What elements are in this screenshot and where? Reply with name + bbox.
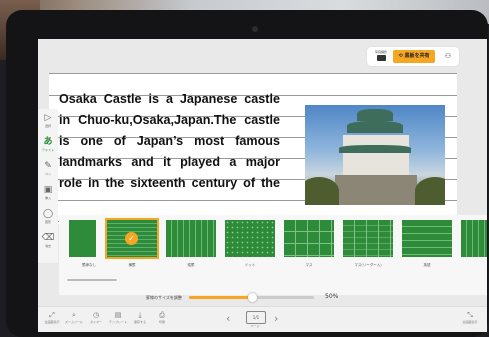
size-adjust-label: 罫線のサイズを調整: [146, 295, 182, 300]
camera-button-label: 写真撮影: [374, 50, 387, 54]
timer-button[interactable]: ◷ タイマー: [84, 311, 108, 325]
app-screen: 写真撮影 ⟲ 黒板を共有 ⚇ Osaka Castle is a Japanes…: [38, 39, 487, 332]
ruling-label: 横罫: [128, 263, 136, 267]
text-box[interactable]: Osaka Castle is a Japanese castle in Chu…: [59, 89, 280, 194]
tablet-frame: 写真撮影 ⟲ 黒板を共有 ⚇ Osaka Castle is a Japanes…: [6, 10, 488, 337]
text-tool[interactable]: あテキスト: [40, 137, 56, 157]
text-icon: あ: [43, 137, 53, 147]
scrollbar[interactable]: [67, 279, 117, 281]
fullscreen-icon: ⤡: [467, 311, 473, 319]
template-icon: ▤: [114, 311, 122, 319]
expand-button[interactable]: ⤢ 全画面表示: [40, 311, 64, 325]
pen-tool[interactable]: ✎ ペン: [40, 161, 56, 181]
insert-tool[interactable]: ▣ 挿入: [40, 185, 56, 205]
timer-label: タイマー: [89, 320, 102, 324]
text-line: Osaka Castle is a Japanese castle: [59, 92, 280, 106]
shape-tool-label: 図形: [44, 220, 51, 224]
select-tool-label: 選択: [44, 124, 51, 128]
timer-icon: ◷: [92, 311, 100, 319]
ruling-option-english[interactable]: [402, 220, 452, 257]
bottom-toolbar: ⤢ 全画面表示 ⌕ ズームツール ◷ タイマー ▤ テンプレート ⤓ 保存する ⎙ 印刷 ‹…: [38, 306, 487, 332]
ruled-line: [49, 73, 457, 74]
castle-roof-low: [339, 145, 411, 153]
left-toolbar: ▷ 選択 あテキスト ✎ ペン ▣ 挿入 ◯ 図形 ⌫ 消去: [38, 109, 58, 263]
castle-roof-top: [357, 109, 393, 121]
prev-page-button[interactable]: ‹: [226, 312, 230, 325]
ruling-option-horizontal[interactable]: ✓: [105, 218, 159, 259]
zoom-button[interactable]: ⌕ ズームツール: [62, 311, 86, 325]
eraser-icon: ⌫: [41, 233, 55, 243]
front-camera: [252, 26, 258, 32]
osaka-castle-image[interactable]: [305, 105, 445, 205]
pointer-icon: ▷: [44, 113, 52, 123]
save-button[interactable]: ⤓ 保存する: [128, 311, 152, 325]
tree-right: [415, 177, 445, 205]
page-indicator[interactable]: 1/1: [246, 311, 266, 324]
save-icon: ⤓: [138, 311, 142, 319]
eraser-tool[interactable]: ⌫ 消去: [40, 233, 56, 253]
eraser-tool-label: 消去: [44, 244, 51, 248]
ruling-label: ドット: [244, 263, 256, 267]
share-board-button[interactable]: ⟲ 黒板を共有: [393, 50, 435, 63]
text-line: is one of Japan’s most famous: [59, 134, 280, 148]
zoom-icon: ⌕: [72, 311, 76, 319]
person-icon[interactable]: ⚇: [441, 50, 455, 63]
print-icon: ⎙: [159, 311, 165, 319]
ruling-option-grid-leader[interactable]: [343, 220, 393, 257]
ruling-label: 縦罫: [187, 263, 195, 267]
ruling-panel: 罫線なし ✓ 横罫 縦罫 ドット マス マス(リーダー入) 英語: [59, 215, 487, 295]
size-slider[interactable]: [189, 293, 314, 302]
slider-fill: [189, 296, 252, 299]
castle-body: [343, 135, 409, 179]
ruling-option-vertical[interactable]: [166, 220, 216, 257]
share-board-label: 黒板を共有: [404, 53, 430, 59]
ruling-label: マス(リーダー入): [354, 263, 382, 267]
size-percent: 50%: [325, 293, 339, 300]
ruling-option-grid[interactable]: [284, 220, 334, 257]
ruling-option-none[interactable]: [69, 220, 96, 257]
text-line: landmarks and it played a major: [59, 155, 280, 169]
text-line: role in the sixteenth century of the: [59, 176, 280, 190]
print-button[interactable]: ⎙ 印刷: [150, 311, 174, 325]
print-label: 印刷: [158, 320, 165, 324]
pen-tool-label: ペン: [44, 172, 51, 176]
template-label: テンプレート: [109, 320, 127, 324]
shape-icon: ◯: [42, 209, 54, 219]
check-icon: ✓: [125, 232, 138, 245]
insert-tool-label: 挿入: [44, 196, 51, 200]
text-line: in Chuo-ku,Osaka,Japan.The castle: [59, 113, 280, 127]
text-tool-label: テキスト: [42, 148, 54, 152]
ruling-label: マス: [305, 263, 313, 267]
expand-icon: ⤢: [49, 311, 55, 319]
pen-icon: ✎: [44, 161, 52, 171]
tree-left: [305, 177, 339, 205]
camera-button[interactable]: 写真撮影: [371, 50, 391, 63]
fullscreen-button[interactable]: ⤡ 全画面表示: [458, 311, 482, 325]
ruling-option-dot[interactable]: [225, 220, 275, 257]
castle-stone-base: [335, 175, 417, 205]
camera-icon: [376, 55, 386, 61]
save-label: 保存する: [133, 320, 146, 324]
zoom-label: ズームツール: [65, 320, 83, 324]
top-toolbar: 写真撮影 ⟲ 黒板を共有 ⚇: [367, 47, 459, 66]
select-tool[interactable]: ▷ 選択: [40, 113, 56, 133]
shape-tool[interactable]: ◯ 図形: [40, 209, 56, 229]
castle-roof-mid: [347, 121, 403, 133]
expand-label: 全画面表示: [44, 320, 60, 324]
page-label: ページ: [250, 324, 260, 328]
slider-knob[interactable]: [247, 293, 257, 302]
ruling-option-partial[interactable]: [461, 220, 487, 257]
fullscreen-label: 全画面表示: [462, 320, 478, 324]
image-icon: ▣: [43, 185, 53, 195]
next-page-button[interactable]: ›: [274, 312, 278, 325]
ruling-label: 英語: [423, 263, 431, 267]
template-button[interactable]: ▤ テンプレート: [106, 311, 130, 325]
